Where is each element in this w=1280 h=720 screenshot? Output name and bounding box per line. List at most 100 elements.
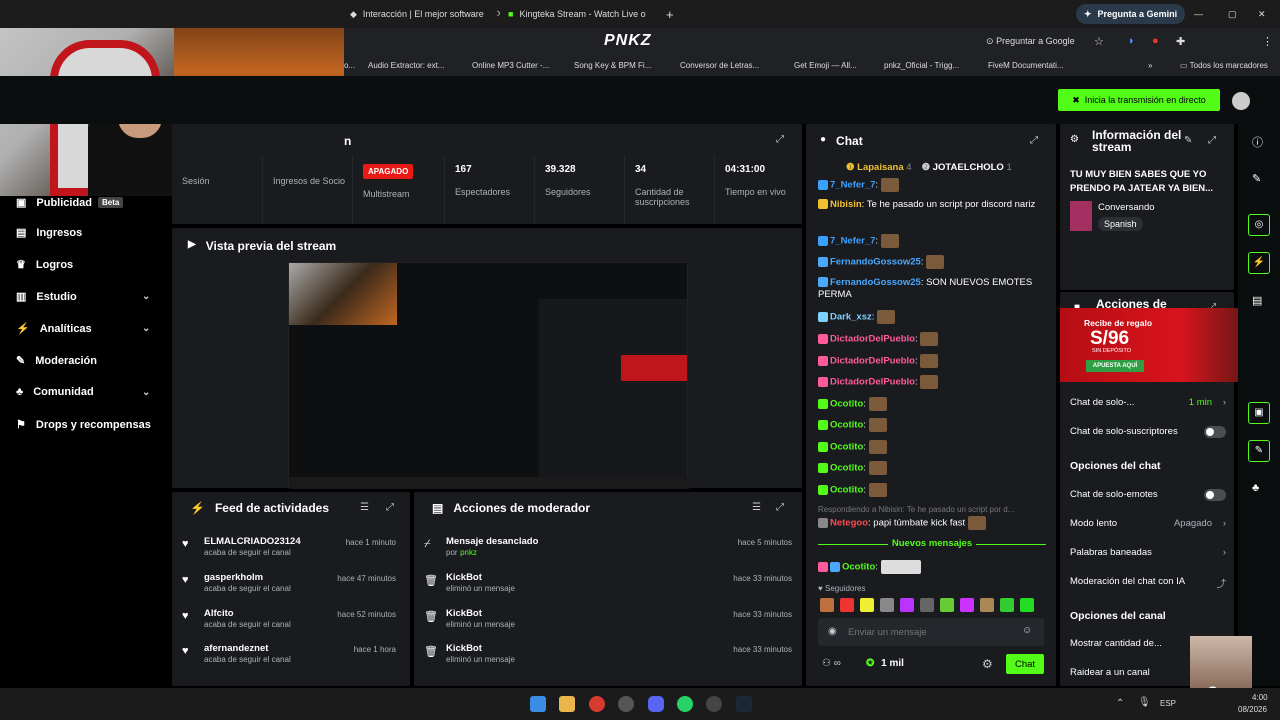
chat-message[interactable]: Ocotito: bbox=[818, 397, 1050, 411]
chat-username[interactable]: FernandoGossow25 bbox=[830, 257, 921, 268]
language-indicator[interactable]: ESP bbox=[1160, 699, 1176, 708]
filter-icon[interactable]: ☰ bbox=[360, 502, 369, 513]
emote[interactable] bbox=[940, 598, 954, 612]
chat-username[interactable]: DictadorDelPueblo bbox=[830, 356, 915, 367]
star-icon[interactable]: ☆ bbox=[1094, 35, 1104, 48]
steam-icon[interactable] bbox=[736, 696, 752, 712]
chat-username[interactable]: DictadorDelPueblo bbox=[830, 334, 915, 345]
emote-only-toggle[interactable] bbox=[1204, 489, 1226, 501]
chat-username[interactable]: FernandoGossow25 bbox=[830, 277, 921, 288]
chat-username[interactable]: Ocotito bbox=[830, 399, 863, 410]
emote-only-row[interactable]: Chat de solo-emotes bbox=[1070, 489, 1226, 501]
chat-followers-only-row[interactable]: Chat de solo-... 1 min › bbox=[1070, 397, 1226, 408]
close-window-button[interactable]: ✕ bbox=[1258, 5, 1266, 23]
community-icon[interactable]: ♣ bbox=[1252, 482, 1259, 494]
expand-icon[interactable]: ⤢ bbox=[776, 502, 784, 513]
edit-icon[interactable]: ✎ bbox=[1184, 135, 1192, 146]
gifter-2[interactable]: ❷ JOTAELCHOLO 1 bbox=[922, 162, 1012, 173]
emote[interactable] bbox=[820, 598, 834, 612]
filter-icon[interactable]: ☰ bbox=[752, 502, 761, 513]
chat-message[interactable]: FernandoGossow25: bbox=[818, 255, 1050, 269]
chat-message[interactable]: Ocotito: bbox=[818, 418, 1050, 432]
menu-icon[interactable]: ⋮ bbox=[1262, 35, 1273, 48]
tray-chevron-icon[interactable]: ⌃ bbox=[1116, 698, 1124, 709]
sidebar-item-ingresos[interactable]: ▤ Ingresos bbox=[16, 226, 82, 240]
emote[interactable] bbox=[860, 598, 874, 612]
all-bookmarks[interactable]: ▭ Todos los marcadores bbox=[1180, 61, 1268, 70]
chat-message[interactable]: Ocotito: bbox=[818, 461, 1050, 475]
ad-button[interactable]: APUESTA AQUÍ bbox=[1086, 360, 1144, 372]
xbox-icon[interactable] bbox=[706, 696, 722, 712]
app-icon[interactable] bbox=[618, 696, 634, 712]
file-explorer-icon[interactable] bbox=[559, 696, 575, 712]
modaction-row[interactable]: 🗑 KickBot eliminó un mensaje hace 33 minuto… bbox=[424, 572, 792, 593]
bookmark-item[interactable]: Get Emoji — All... bbox=[794, 61, 857, 70]
windows-start-icon[interactable] bbox=[530, 696, 546, 712]
sidebar-item-analiticas[interactable]: ⚡ Analíticas ⌄ bbox=[16, 322, 150, 336]
bookmark-item[interactable]: Online MP3 Cutter -... bbox=[472, 61, 549, 70]
tab-kick[interactable]: ■Kingteka Stream - Watch Live o✕ bbox=[508, 5, 654, 23]
maximize-button[interactable]: ▢ bbox=[1228, 5, 1237, 23]
address-bar[interactable]: PNKZ ⊙ Preguntar a Google ☆ ◗ ● ✚ ⋮ bbox=[344, 28, 1280, 56]
channel-points[interactable]: ✪ 1 mil bbox=[866, 658, 904, 669]
expand-icon[interactable]: ⤢ bbox=[1030, 135, 1038, 146]
emoji-icon[interactable]: ☺ bbox=[1022, 625, 1032, 636]
edit-icon[interactable]: ✎ bbox=[1252, 172, 1261, 185]
feed-row[interactable]: ♥ gasperkholm acaba de seguir el canal hace… bbox=[182, 572, 396, 593]
document-icon[interactable]: ▤ bbox=[1252, 294, 1262, 307]
expand-icon[interactable]: ⤢ bbox=[776, 134, 784, 145]
bookmark-item[interactable]: Audio Extractor: ext... bbox=[368, 61, 444, 70]
chat-username[interactable]: Ocotito bbox=[830, 463, 863, 474]
sub-only-row[interactable]: Chat de solo-suscriptores bbox=[1070, 426, 1226, 438]
bookmark-item[interactable]: Conversor de Letras... bbox=[680, 61, 759, 70]
bookmark-item[interactable]: pnkz_Oficial - Trigg... bbox=[884, 61, 959, 70]
more-bookmarks-icon[interactable]: » bbox=[1148, 61, 1152, 70]
modaction-row[interactable]: 🗑 KickBot eliminó un mensaje hace 33 minuto… bbox=[424, 608, 792, 629]
extension-icon[interactable]: ◗ bbox=[1128, 35, 1135, 47]
gifter-1[interactable]: ❶ Lapaisana 4 bbox=[846, 162, 912, 173]
chat-message[interactable]: Dark_xsz: bbox=[818, 310, 1050, 324]
shield-icon[interactable]: ▣ bbox=[1248, 402, 1270, 424]
chat-username[interactable]: DictadorDelPueblo bbox=[830, 377, 915, 388]
puzzle-icon[interactable]: ✚ bbox=[1176, 35, 1185, 48]
chat-message[interactable]: Ocotito: bbox=[818, 560, 1050, 574]
chat-message[interactable]: 7_Nefer_7: bbox=[818, 234, 1050, 248]
info-icon[interactable]: ⓘ bbox=[1252, 134, 1263, 150]
hammer-icon[interactable]: ✎ bbox=[1248, 440, 1270, 462]
slow-mode-row[interactable]: Modo lento Apagado › bbox=[1070, 518, 1226, 529]
chat-username[interactable]: 7_Nefer_7 bbox=[830, 180, 875, 191]
emote[interactable] bbox=[840, 598, 854, 612]
emote[interactable] bbox=[960, 598, 974, 612]
modaction-row[interactable]: ⌿ Mensaje desanclado por pnkz hace 5 minuto… bbox=[424, 536, 792, 557]
avatar[interactable] bbox=[1232, 92, 1250, 110]
emote[interactable] bbox=[900, 598, 914, 612]
microphone-icon[interactable]: 🎙 bbox=[1138, 697, 1151, 708]
new-tab-button[interactable]: + bbox=[666, 5, 674, 23]
chat-message[interactable]: Ocotito: bbox=[818, 440, 1050, 454]
chat-username[interactable]: Ocotito bbox=[830, 420, 863, 431]
sidebar-item-moderacion[interactable]: ✎ Moderación bbox=[16, 354, 97, 368]
sub-only-toggle[interactable] bbox=[1204, 426, 1226, 438]
chat-message[interactable]: Nibisin: Te he pasado un script por disc… bbox=[818, 199, 1050, 211]
feed-row[interactable]: ♥ Alfcito acaba de seguir el canal hace 52 … bbox=[182, 608, 396, 629]
ai-moderation-row[interactable]: Moderación del chat con IA ⤴ bbox=[1070, 576, 1226, 590]
start-stream-button[interactable]: ✖ Inicia la transmisión en directo bbox=[1058, 89, 1220, 111]
chat-message-reply[interactable]: Netegoo: papi túmbate kick fast bbox=[818, 516, 1050, 530]
tab-interaccion[interactable]: ◆Interacción | El mejor software✕ bbox=[350, 5, 500, 23]
emote[interactable] bbox=[980, 598, 994, 612]
emote[interactable] bbox=[1000, 598, 1014, 612]
chat-input-field[interactable] bbox=[848, 624, 1018, 640]
expand-icon[interactable]: ⤢ bbox=[386, 502, 394, 513]
sidebar-item-drops[interactable]: ⚑ Drops y recompensas bbox=[16, 418, 151, 432]
close-tab-icon[interactable]: ✕ bbox=[496, 9, 500, 20]
chat-message[interactable]: 7_Nefer_7: bbox=[818, 178, 1050, 192]
expand-icon[interactable]: ⤢ bbox=[1208, 135, 1216, 146]
sidebar-item-publicidad[interactable]: ▣ Publicidad Beta bbox=[16, 196, 124, 209]
chat-username[interactable]: Nibisin bbox=[830, 199, 862, 210]
banned-words-row[interactable]: Palabras baneadas › bbox=[1070, 547, 1226, 558]
bookmark-item[interactable]: Song Key & BPM Fi... bbox=[574, 61, 651, 70]
emote[interactable] bbox=[1020, 598, 1034, 612]
chat-username[interactable]: Dark_xsz bbox=[830, 312, 872, 323]
chat-message[interactable]: DictadorDelPueblo: bbox=[818, 354, 1050, 368]
bookmark-truncated[interactable]: o... bbox=[344, 61, 355, 70]
